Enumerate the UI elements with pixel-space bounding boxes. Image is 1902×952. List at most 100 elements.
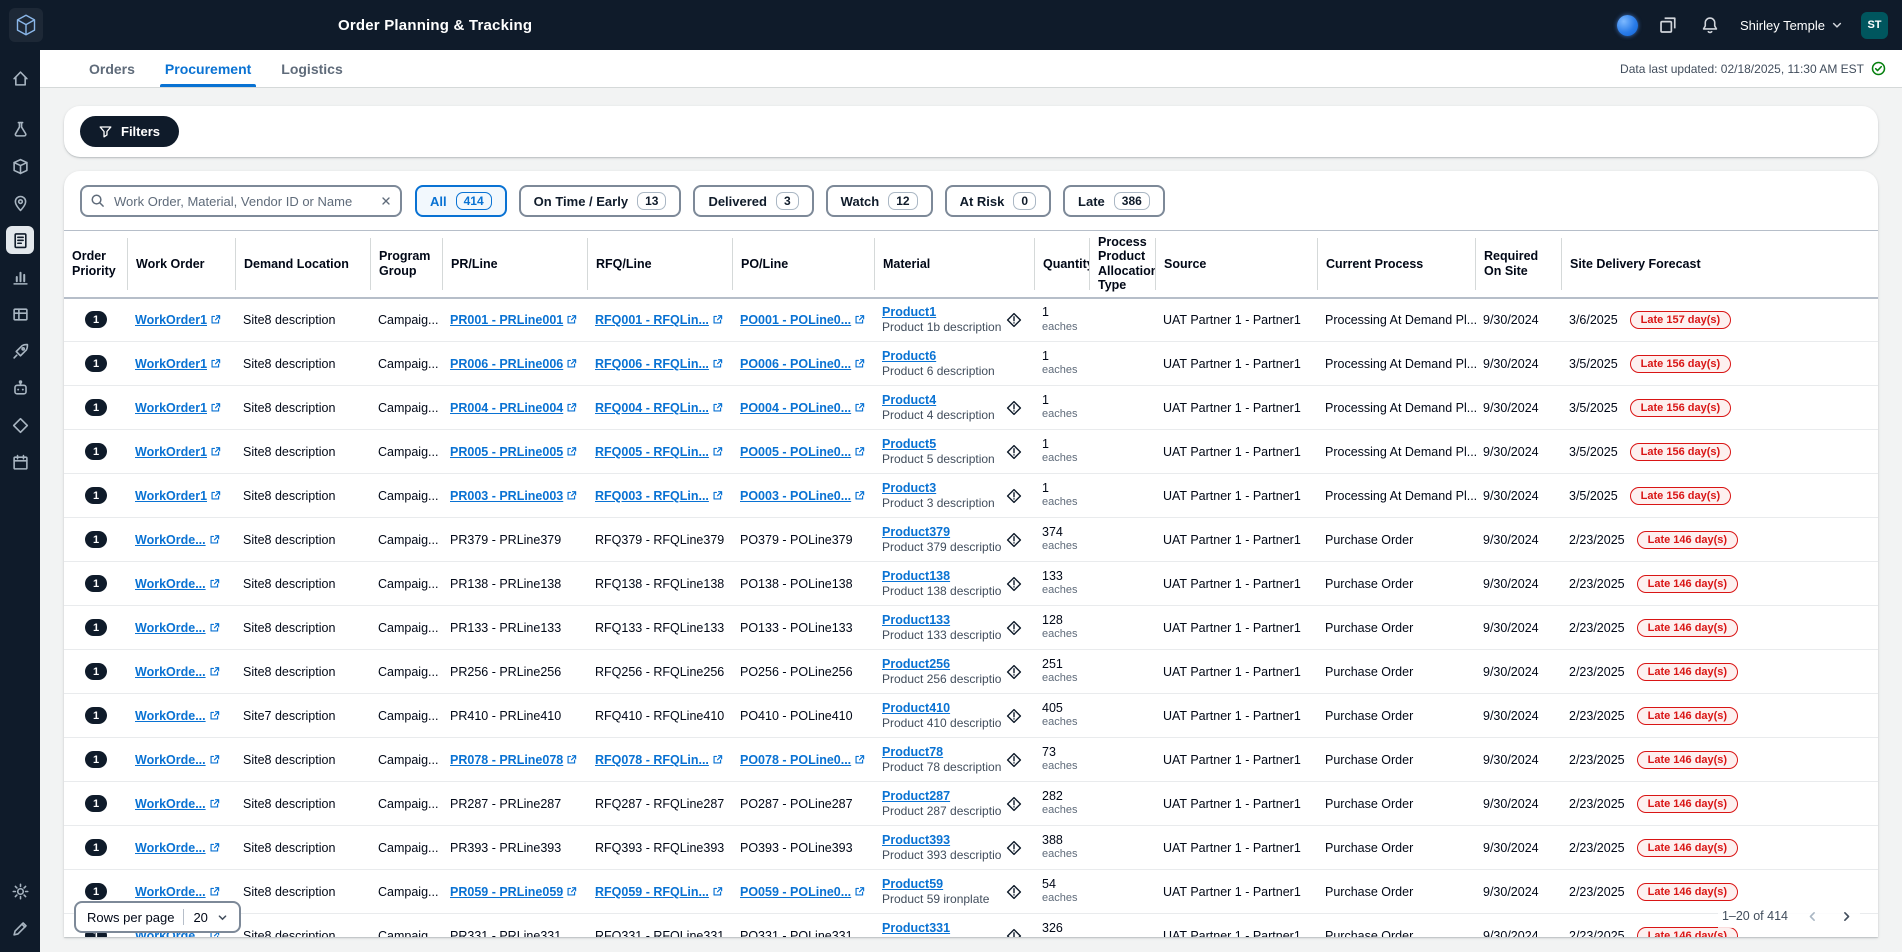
sidebar-item-quality[interactable]	[6, 411, 34, 439]
work-order-link[interactable]: WorkOrde...	[135, 753, 220, 767]
work-order-link[interactable]: WorkOrde...	[135, 841, 220, 855]
material-link[interactable]: Product138	[882, 568, 1002, 584]
tab-procurement[interactable]: Procurement	[150, 50, 266, 87]
pr-line-link[interactable]: PR004 - PRLine004	[450, 401, 577, 415]
sidebar-item-edit[interactable]	[6, 914, 34, 942]
material-link[interactable]: Product379	[882, 524, 1002, 540]
pr-line-link[interactable]: PR001 - PRLine001	[450, 313, 577, 327]
work-order-link[interactable]: WorkOrder1	[135, 445, 221, 459]
sidebar-item-reports[interactable]	[6, 300, 34, 328]
tab-logistics[interactable]: Logistics	[266, 50, 357, 87]
tab-orders[interactable]: Orders	[74, 50, 150, 87]
source-cell: UAT Partner 1 - Partner1	[1156, 474, 1318, 518]
chip-at-risk[interactable]: At Risk0	[945, 185, 1051, 217]
material-link[interactable]: Product6	[882, 348, 995, 364]
po-line-link[interactable]: PO005 - POLine0...	[740, 445, 865, 459]
rfq-line-link[interactable]: RFQ006 - RFQLin...	[595, 357, 723, 371]
pr-line-link[interactable]: PR006 - PRLine006	[450, 357, 577, 371]
rfq-line-link[interactable]: RFQ059 - RFQLin...	[595, 885, 723, 899]
material-link[interactable]: Product256	[882, 656, 1002, 672]
column-header-site-delivery-forecast: Site Delivery Forecast	[1562, 231, 1878, 298]
work-order-link[interactable]: WorkOrder1	[135, 357, 221, 371]
filters-panel: Filters	[64, 106, 1878, 157]
po-line-link[interactable]: PO003 - POLine0...	[740, 489, 865, 503]
material-description: Product 256 description	[882, 672, 1002, 688]
po-line-link[interactable]: PO006 - POLine0...	[740, 357, 865, 371]
sidebar-item-calendar[interactable]	[6, 448, 34, 476]
material-link[interactable]: Product59	[882, 876, 989, 892]
material-link[interactable]: Product3	[882, 480, 995, 496]
material-description: Product 6 description	[882, 364, 995, 380]
avatar[interactable]: ST	[1861, 12, 1888, 39]
previous-page-button[interactable]	[1802, 906, 1822, 926]
sidebar-item-analytics[interactable]	[6, 263, 34, 291]
chip-on-time-early[interactable]: On Time / Early13	[519, 185, 682, 217]
chip-late[interactable]: Late386	[1063, 185, 1165, 217]
material-link[interactable]: Product78	[882, 744, 1001, 760]
rfq-line-link[interactable]: RFQ004 - RFQLin...	[595, 401, 723, 415]
work-order-link[interactable]: WorkOrde...	[135, 577, 220, 591]
q-assistant-icon[interactable]	[1617, 15, 1638, 36]
po-line-link[interactable]: PO001 - POLine0...	[740, 313, 865, 327]
work-order-link[interactable]: WorkOrde...	[135, 621, 220, 635]
chip-all[interactable]: All414	[415, 185, 507, 217]
work-order-link[interactable]: WorkOrde...	[135, 885, 220, 899]
pr-line-link[interactable]: PR003 - PRLine003	[450, 489, 577, 503]
rfq-line-link[interactable]: RFQ003 - RFQLin...	[595, 489, 723, 503]
material-link[interactable]: Product1	[882, 304, 1001, 320]
sidebar-item-assistant[interactable]	[6, 374, 34, 402]
work-order-link[interactable]: WorkOrde...	[135, 665, 220, 679]
rfq-line-link[interactable]: RFQ078 - RFQLin...	[595, 753, 723, 767]
material-link[interactable]: Product331	[882, 920, 1002, 936]
work-order-link[interactable]: WorkOrde...	[135, 797, 220, 811]
material-link[interactable]: Product4	[882, 392, 995, 408]
sidebar-item-settings[interactable]	[6, 877, 34, 905]
next-page-button[interactable]	[1836, 906, 1856, 926]
external-link-icon	[209, 534, 220, 545]
demand-location-cell: Site8 description	[236, 474, 371, 518]
pr-line-link[interactable]: PR059 - PRLine059	[450, 885, 577, 899]
rows-per-page-select[interactable]: Rows per page 20	[74, 901, 241, 933]
rfq-line-link[interactable]: RFQ001 - RFQLin...	[595, 313, 723, 327]
user-menu[interactable]: Shirley Temple	[1740, 18, 1843, 33]
work-order-link[interactable]: WorkOrder1	[135, 401, 221, 415]
sidebar-item-home[interactable]	[6, 64, 34, 92]
sidebar-item-locations[interactable]	[6, 189, 34, 217]
work-order-link[interactable]: WorkOrde...	[135, 709, 220, 723]
search-input[interactable]	[80, 185, 402, 217]
chip-watch[interactable]: Watch12	[826, 185, 933, 217]
chip-label: Delivered	[708, 194, 767, 209]
app-logo[interactable]	[9, 8, 43, 42]
chip-delivered[interactable]: Delivered3	[693, 185, 813, 217]
chip-count: 12	[888, 192, 917, 210]
notifications-button[interactable]	[1698, 13, 1722, 37]
material-link[interactable]: Product393	[882, 832, 1002, 848]
po-line-link[interactable]: PO078 - POLine0...	[740, 753, 865, 767]
external-link-icon	[854, 490, 865, 501]
work-order-link[interactable]: WorkOrder1	[135, 313, 221, 327]
pr-line-link[interactable]: PR005 - PRLine005	[450, 445, 577, 459]
material-link[interactable]: Product410	[882, 700, 1002, 716]
rfq-line-link[interactable]: RFQ005 - RFQLin...	[595, 445, 723, 459]
work-order-link[interactable]: WorkOrder1	[135, 489, 221, 503]
material-link[interactable]: Product133	[882, 612, 1002, 628]
pr-line-link[interactable]: PR078 - PRLine078	[450, 753, 577, 767]
column-header-source: Source	[1156, 231, 1318, 298]
po-line-link[interactable]: PO004 - POLine0...	[740, 401, 865, 415]
search-clear-button[interactable]	[376, 191, 396, 211]
late-badge: Late 146 day(s)	[1637, 927, 1738, 938]
sidebar-item-launch[interactable]	[6, 337, 34, 365]
chip-label: All	[430, 194, 447, 209]
work-order-link[interactable]: WorkOrde...	[135, 533, 220, 547]
current-process-cell: Processing At Demand Pl...	[1318, 298, 1476, 342]
sidebar-item-orders[interactable]	[6, 226, 34, 254]
sidebar-item-inventory[interactable]	[6, 152, 34, 180]
po-line-link[interactable]: PO059 - POLine0...	[740, 885, 865, 899]
sidebar-item-experiments[interactable]	[6, 115, 34, 143]
material-link[interactable]: Product287	[882, 788, 1002, 804]
quantity-uom: eaches	[1042, 672, 1083, 686]
material-link[interactable]: Product5	[882, 436, 995, 452]
table-row: 1WorkOrde...Site8 descriptionCampaig...P…	[64, 738, 1878, 782]
app-switcher-button[interactable]	[1656, 13, 1680, 37]
filters-button[interactable]: Filters	[80, 116, 179, 147]
